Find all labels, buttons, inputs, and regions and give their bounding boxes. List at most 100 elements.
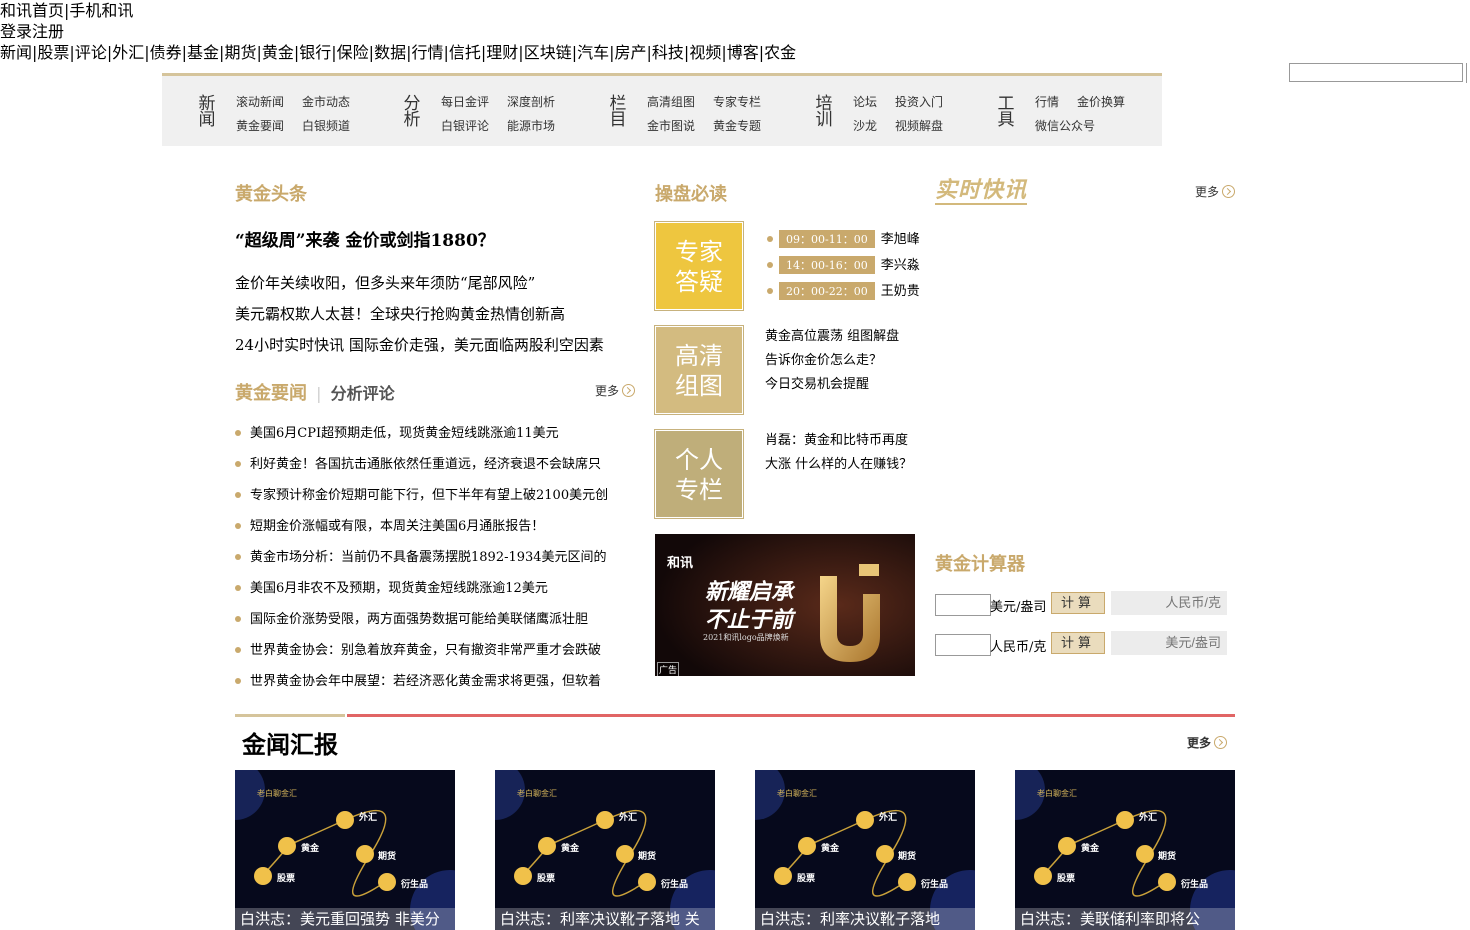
- channel-link[interactable]: 专家专栏: [713, 93, 761, 110]
- flash-title: 实时快讯: [935, 177, 1028, 205]
- bullet-icon: [767, 262, 773, 268]
- photo-link[interactable]: 黄金高位震荡 组图解盘: [765, 325, 925, 349]
- nav-item[interactable]: 房产: [615, 43, 647, 62]
- diagram-label: 期货: [898, 852, 917, 862]
- register-link[interactable]: 注册: [32, 22, 64, 41]
- nav-item[interactable]: 评论: [75, 43, 107, 62]
- channel-link[interactable]: 白银评论: [441, 117, 489, 134]
- news-list-item[interactable]: 美国6月CPI超预期走低，现货黄金短线跳涨逾11美元: [235, 422, 635, 441]
- nav-item[interactable]: 农金: [764, 43, 796, 62]
- ad-subtitle: 2021和讯logo品牌焕新: [703, 633, 789, 642]
- nav-item[interactable]: 新闻: [0, 43, 32, 62]
- report-card[interactable]: 老白聊金汇 外汇 黄金 期货 股票 衍生品 白洪志：利率决议靴子落地: [755, 770, 975, 930]
- nav-item[interactable]: 博客: [727, 43, 759, 62]
- nav-item[interactable]: 数据: [374, 43, 406, 62]
- headline-item[interactable]: 金价年关续收阳，但多头来年须防“尾部风险”: [235, 272, 535, 293]
- news-list-item[interactable]: 美国6月非农不及预期，现货黄金短线跳涨逾12美元: [235, 577, 635, 596]
- channel-title-char: 析: [403, 110, 421, 130]
- channel-link[interactable]: 金市图说: [647, 117, 695, 134]
- channel-link[interactable]: 金市动态: [302, 93, 350, 110]
- channel-link[interactable]: 沙龙: [853, 117, 877, 134]
- news-list-item[interactable]: 专家预计称金价短期可能下行，但下半年有望上破2100美元创: [235, 484, 635, 503]
- channel-link[interactable]: 微信公众号: [1035, 117, 1095, 134]
- channel-link[interactable]: 滚动新闻: [236, 93, 284, 110]
- usd-oz-output[interactable]: [1111, 631, 1227, 655]
- bullet-icon: [767, 288, 773, 294]
- diagram-label: 黄金: [301, 844, 320, 854]
- headline-item[interactable]: 美元霸权欺人太甚！全球央行抢购黄金热情创新高: [235, 303, 565, 324]
- channel-link[interactable]: 论坛: [853, 93, 877, 110]
- nav-item[interactable]: 科技: [652, 43, 684, 62]
- news-list-item[interactable]: 国际金价涨势受限，两方面强势数据可能给美联储鹰派壮胆: [235, 608, 635, 627]
- news-list-item[interactable]: 世界黄金协会：别急着放弃黄金，只有撤资非常严重才会跌破: [235, 639, 635, 658]
- nav-item[interactable]: 汽车: [577, 43, 609, 62]
- report-more-link[interactable]: 更多: [1187, 734, 1228, 751]
- report-card[interactable]: 老白聊金汇 外汇 黄金 期货 股票 衍生品 白洪志：美联储利率即将公: [1015, 770, 1235, 930]
- main-headline[interactable]: “超级周”来袭 金价或剑指1880？: [235, 226, 495, 251]
- schedule-row[interactable]: 20：00-22：00 王奶贵: [767, 280, 920, 300]
- login-link[interactable]: 登录: [0, 22, 32, 41]
- news-item-text: 专家预计称金价短期可能下行，但下半年有望上破2100美元创: [250, 488, 609, 503]
- schedule-row[interactable]: 09：00-11：00 李旭峰: [767, 228, 920, 248]
- bullet-icon: [235, 678, 241, 684]
- channel-link[interactable]: 每日金评: [441, 93, 489, 110]
- news-more-link[interactable]: 更多: [595, 382, 636, 399]
- column-article-link[interactable]: 肖磊：黄金和比特币再度大涨 什么样的人在赚钱？: [765, 429, 915, 477]
- channel-link[interactable]: 黄金要闻: [236, 117, 284, 134]
- home-link[interactable]: 和讯首页: [0, 1, 64, 20]
- diagram-label: 期货: [1158, 852, 1177, 862]
- section-divider-red: [347, 714, 1235, 717]
- must-read-tile[interactable]: 专家 答疑: [654, 221, 744, 311]
- bullet-icon: [767, 236, 773, 242]
- channel-link[interactable]: 能源市场: [507, 117, 555, 134]
- news-list-item[interactable]: 短期金价涨幅或有限，本周关注美国6月通胀报告！: [235, 515, 635, 534]
- headline-item[interactable]: 24小时实时快讯 国际金价走强，美元面临两股利空因素: [235, 334, 604, 355]
- flash-more-link[interactable]: 更多: [1195, 183, 1236, 200]
- calculate-button[interactable]: 计算: [1051, 632, 1105, 654]
- photo-link[interactable]: 告诉你金价怎么走？: [765, 349, 925, 373]
- time-slot: 20：00-22：00: [779, 282, 875, 300]
- search-input[interactable]: [1289, 63, 1463, 82]
- channel-link[interactable]: 黄金专题: [713, 117, 761, 134]
- tab-gold-news[interactable]: 黄金要闻: [235, 383, 307, 404]
- nav-item[interactable]: 信托: [449, 43, 481, 62]
- must-read-tile[interactable]: 个人 专栏: [654, 429, 744, 519]
- card-caption: 白洪志：利率决议靴子落地: [755, 908, 975, 930]
- cny-gram-input[interactable]: [935, 634, 991, 656]
- channel-link[interactable]: 行情: [1035, 93, 1059, 110]
- nav-item[interactable]: 银行: [299, 43, 331, 62]
- channel-link[interactable]: 高清组图: [647, 93, 695, 110]
- calculate-button[interactable]: 计算: [1051, 592, 1105, 614]
- must-read-tile[interactable]: 高清 组图: [654, 325, 744, 415]
- photo-link[interactable]: 今日交易机会提醒: [765, 373, 925, 397]
- cny-gram-output[interactable]: [1111, 591, 1227, 615]
- nav-item[interactable]: 行情: [411, 43, 443, 62]
- nav-item[interactable]: 债券: [150, 43, 182, 62]
- channel-link[interactable]: 白银频道: [302, 117, 350, 134]
- nav-item[interactable]: 外汇: [112, 43, 144, 62]
- news-list-item[interactable]: 利好黄金！各国抗击通胀依然任重道远，经济衰退不会缺席只: [235, 453, 635, 472]
- channel-link[interactable]: 视频解盘: [895, 117, 943, 134]
- mobile-link[interactable]: 手机和讯: [69, 1, 133, 20]
- ad-banner[interactable]: 和讯 新耀启承 不止于前 2021和讯logo品牌焕新 广告: [655, 534, 915, 676]
- news-list-item[interactable]: 黄金市场分析：当前仍不具备震荡摆脱1892-1934美元区间的: [235, 546, 635, 565]
- nav-item[interactable]: 黄金: [262, 43, 294, 62]
- tab-analysis[interactable]: 分析评论: [331, 384, 395, 403]
- channel-link[interactable]: 深度剖析: [507, 93, 555, 110]
- channel-link[interactable]: 金价换算: [1077, 93, 1125, 110]
- news-list-item[interactable]: 世界黄金协会年中展望：若经济恶化黄金需求将更强，但软着: [235, 670, 635, 689]
- nav-item[interactable]: 视频: [689, 43, 721, 62]
- nav-item[interactable]: 区块链: [524, 43, 572, 62]
- report-card[interactable]: 老白聊金汇 外汇 黄金 期货 股票 衍生品 白洪志：利率决议靴子落地 关: [495, 770, 715, 930]
- nav-item[interactable]: 基金: [187, 43, 219, 62]
- usd-oz-input[interactable]: [935, 594, 991, 616]
- schedule-row[interactable]: 14：00-16：00 李兴淼: [767, 254, 920, 274]
- ad-tag: 广告: [657, 662, 680, 676]
- report-card[interactable]: 老白聊金汇 外汇 黄金 期货 股票 衍生品 白洪志：美元重回强势 非美分: [235, 770, 455, 930]
- nav-item[interactable]: 理财: [486, 43, 518, 62]
- nav-item[interactable]: 保险: [337, 43, 369, 62]
- usd-oz-unit: 美元/盎司: [990, 600, 1047, 615]
- nav-item[interactable]: 期货: [224, 43, 256, 62]
- nav-item[interactable]: 股票: [37, 43, 69, 62]
- channel-link[interactable]: 投资入门: [895, 93, 943, 110]
